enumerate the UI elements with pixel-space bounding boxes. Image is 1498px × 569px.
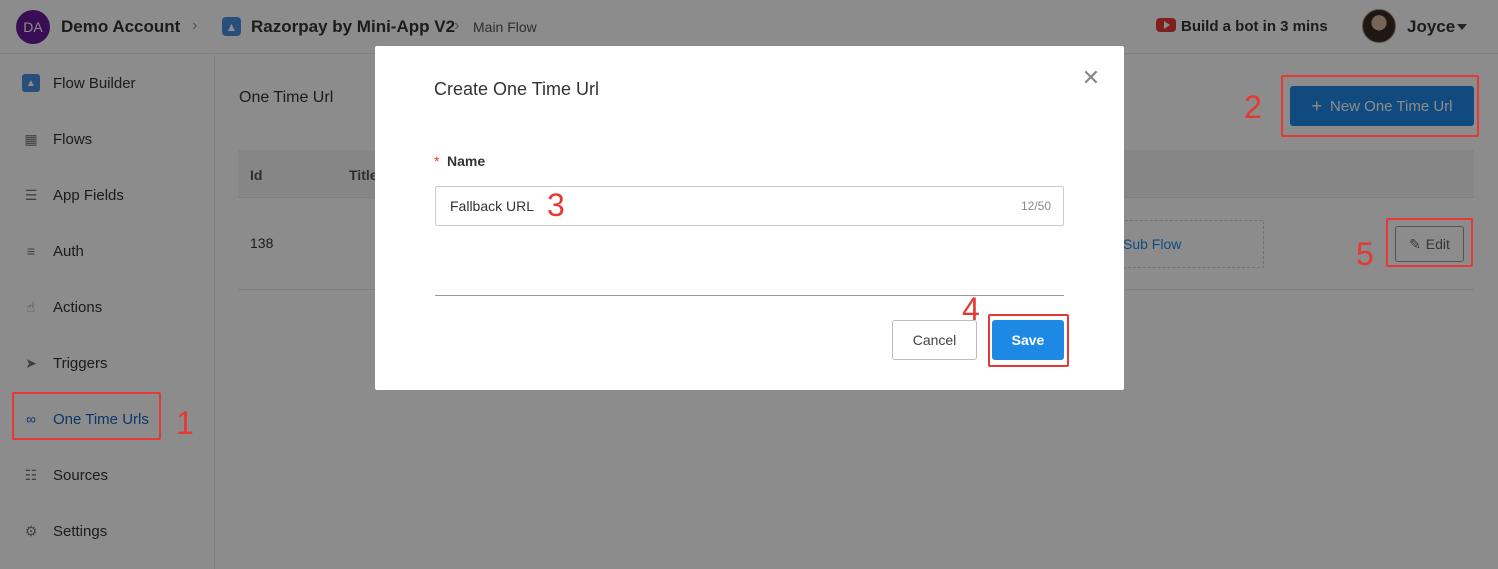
name-input[interactable] [435, 186, 1064, 226]
annotation-box-5 [1386, 218, 1473, 267]
annotation-box-2 [1281, 75, 1479, 137]
annotation-number-1: 1 [176, 405, 194, 441]
required-marker: * [434, 153, 440, 169]
close-icon[interactable]: ✕ [1081, 67, 1101, 89]
character-count: 12/50 [1021, 199, 1052, 213]
dialog-title: Create One Time Url [434, 79, 600, 99]
annotation-number-4: 4 [962, 291, 980, 327]
annotation-number-2: 2 [1244, 89, 1262, 125]
annotation-number-3: 3 [547, 187, 565, 223]
annotation-number-5: 5 [1356, 236, 1374, 272]
name-field-label: Name [447, 153, 486, 169]
create-one-time-url-dialog: Create One Time Url ✕ * Name 12/50 Cance… [375, 46, 1124, 390]
annotation-box-4 [988, 314, 1069, 367]
annotation-box-1 [12, 392, 161, 440]
